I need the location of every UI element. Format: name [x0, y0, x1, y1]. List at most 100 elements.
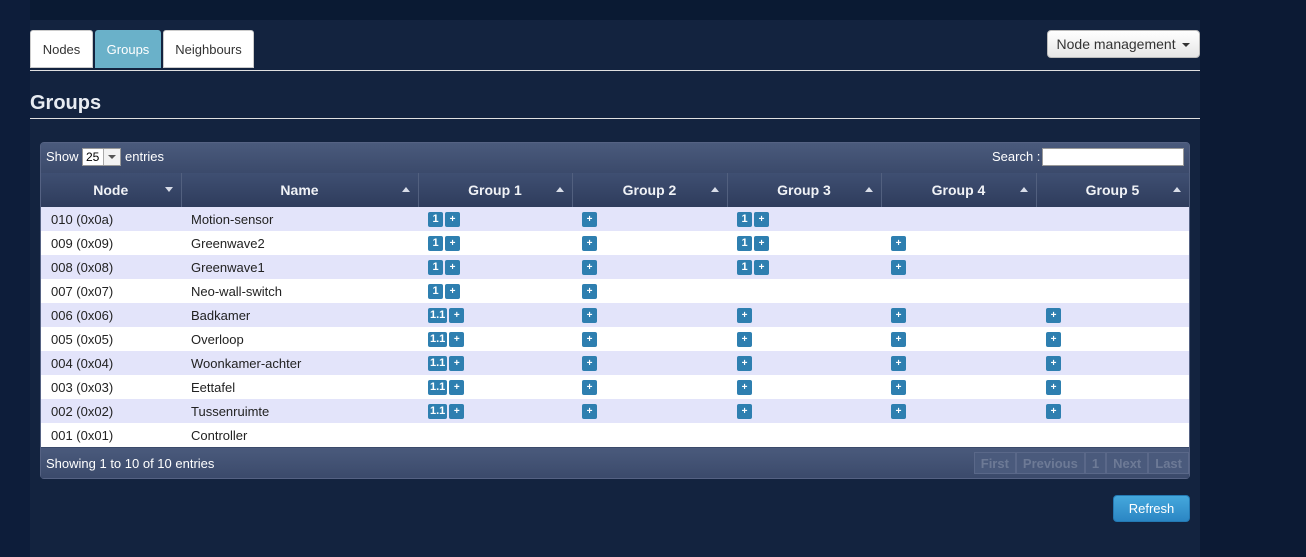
- add-association-button[interactable]: +: [445, 236, 460, 252]
- col-header-label: Group 4: [931, 182, 986, 198]
- cell-group-4: +: [881, 327, 1036, 351]
- tab-groups[interactable]: Groups: [95, 30, 161, 68]
- page-length-select[interactable]: 25: [82, 148, 121, 166]
- association-badge[interactable]: 1: [428, 284, 443, 300]
- col-header-group-5[interactable]: Group 5: [1036, 173, 1190, 207]
- refresh-button[interactable]: Refresh: [1113, 495, 1190, 522]
- cell-group-5: [1036, 255, 1189, 279]
- add-association-button[interactable]: +: [737, 380, 752, 396]
- cell-group-2: +: [572, 375, 727, 399]
- add-association-button[interactable]: +: [1046, 380, 1061, 396]
- association-badge[interactable]: 1.1: [428, 308, 448, 324]
- pager-previous[interactable]: Previous: [1015, 452, 1085, 474]
- add-association-button[interactable]: +: [1046, 308, 1061, 324]
- add-association-button[interactable]: +: [449, 404, 465, 420]
- add-association-button[interactable]: +: [737, 356, 752, 372]
- table-row: 005 (0x05) Overloop 1.1 + + + + +: [41, 327, 1189, 351]
- cell-group-4: [881, 279, 1036, 303]
- show-label: Show: [46, 149, 79, 164]
- add-association-button[interactable]: +: [582, 404, 597, 420]
- cell-group-4: +: [881, 375, 1036, 399]
- add-association-button[interactable]: +: [582, 212, 597, 228]
- cell-name: Tussenruimte: [181, 399, 418, 423]
- add-association-button[interactable]: +: [737, 332, 752, 348]
- col-header-group-4[interactable]: Group 4: [881, 173, 1037, 207]
- pager-page-1[interactable]: 1: [1084, 452, 1107, 474]
- cell-group-3: +: [727, 327, 881, 351]
- col-header-group-1[interactable]: Group 1: [418, 173, 573, 207]
- association-badge[interactable]: 1.1: [428, 404, 448, 420]
- add-association-button[interactable]: +: [449, 380, 465, 396]
- cell-node: 006 (0x06): [41, 303, 181, 327]
- col-header-group-2[interactable]: Group 2: [572, 173, 728, 207]
- tab-neighbours[interactable]: Neighbours: [163, 30, 254, 68]
- col-header-group-3[interactable]: Group 3: [727, 173, 882, 207]
- add-association-button[interactable]: +: [449, 332, 465, 348]
- add-association-button[interactable]: +: [1046, 356, 1061, 372]
- table-row: 010 (0x0a) Motion-sensor 1 + +1 +: [41, 207, 1189, 231]
- col-header-node[interactable]: Node: [41, 173, 182, 207]
- add-association-button[interactable]: +: [582, 236, 597, 252]
- tab-divider: [30, 70, 1200, 71]
- sort-icon: [401, 187, 410, 192]
- pager-next[interactable]: Next: [1106, 452, 1149, 474]
- association-badge[interactable]: 1.1: [428, 380, 448, 396]
- table-footer: Showing 1 to 10 of 10 entries First Prev…: [41, 448, 1189, 478]
- association-badge[interactable]: 1: [737, 236, 752, 252]
- add-association-button[interactable]: +: [891, 260, 906, 276]
- add-association-button[interactable]: +: [582, 260, 597, 276]
- association-badge[interactable]: 1: [428, 212, 443, 228]
- page-length-value: 25: [86, 150, 100, 164]
- add-association-button[interactable]: +: [891, 380, 906, 396]
- add-association-button[interactable]: +: [445, 284, 460, 300]
- add-association-button[interactable]: +: [891, 332, 906, 348]
- pager-first[interactable]: First: [973, 452, 1016, 474]
- cell-group-3: 1 +: [727, 207, 881, 231]
- search-input[interactable]: [1042, 148, 1184, 166]
- add-association-button[interactable]: +: [449, 356, 465, 372]
- table-header-row: Node Name Group 1 Group 2 Group 3 Group …: [41, 173, 1190, 207]
- add-association-button[interactable]: +: [754, 236, 769, 252]
- cell-group-4: +: [881, 303, 1036, 327]
- add-association-button[interactable]: +: [891, 404, 906, 420]
- col-header-label: Group 1: [468, 182, 522, 198]
- col-header-name[interactable]: Name: [181, 173, 419, 207]
- add-association-button[interactable]: +: [891, 356, 906, 372]
- add-association-button[interactable]: +: [891, 308, 906, 324]
- add-association-button[interactable]: +: [754, 212, 769, 228]
- add-association-button[interactable]: +: [582, 332, 597, 348]
- add-association-button[interactable]: +: [1046, 404, 1061, 420]
- cell-group-5: +: [1036, 399, 1189, 423]
- association-badge[interactable]: 1: [737, 260, 752, 276]
- association-badge[interactable]: 1: [428, 236, 443, 252]
- table-row: 007 (0x07) Neo-wall-switch 1 + +: [41, 279, 1189, 303]
- tab-nodes[interactable]: Nodes: [30, 30, 93, 68]
- add-association-button[interactable]: +: [582, 356, 597, 372]
- node-management-label: Node management: [1056, 36, 1176, 52]
- cell-group-1: 1.1 +: [418, 375, 572, 399]
- association-badge[interactable]: 1: [737, 212, 752, 228]
- add-association-button[interactable]: +: [445, 260, 460, 276]
- association-badge[interactable]: 1.1: [428, 332, 448, 348]
- add-association-button[interactable]: +: [445, 212, 460, 228]
- cell-group-2: +: [572, 207, 727, 231]
- add-association-button[interactable]: +: [449, 308, 465, 324]
- add-association-button[interactable]: +: [737, 404, 752, 420]
- pager-last[interactable]: Last: [1148, 452, 1189, 474]
- cell-group-5: [1036, 279, 1189, 303]
- cell-group-4: [881, 423, 1036, 447]
- add-association-button[interactable]: +: [582, 284, 597, 300]
- search-label: Search :: [992, 149, 1041, 164]
- add-association-button[interactable]: +: [891, 236, 906, 252]
- association-badge[interactable]: 1: [428, 260, 443, 276]
- add-association-button[interactable]: +: [737, 308, 752, 324]
- add-association-button[interactable]: +: [582, 380, 597, 396]
- cell-group-1: [418, 423, 572, 447]
- cell-group-3: +: [727, 351, 881, 375]
- cell-group-1: 1.1 +: [418, 327, 572, 351]
- add-association-button[interactable]: +: [582, 308, 597, 324]
- add-association-button[interactable]: +: [754, 260, 769, 276]
- association-badge[interactable]: 1.1: [428, 356, 448, 372]
- add-association-button[interactable]: +: [1046, 332, 1061, 348]
- node-management-dropdown[interactable]: Node management: [1047, 30, 1200, 58]
